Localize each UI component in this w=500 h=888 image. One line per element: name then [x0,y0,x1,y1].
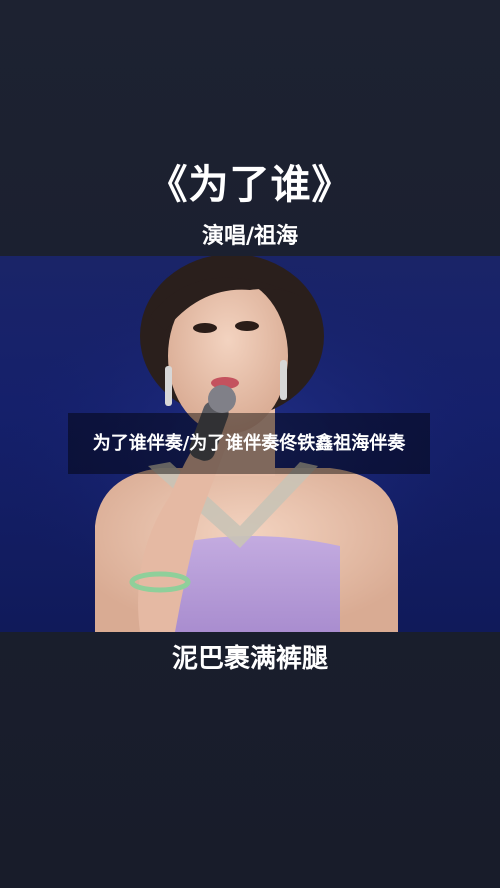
lyric-subtitle: 泥巴裹满裤腿 [171,644,328,674]
caption-overlay: 为了谁伴奏/为了谁伴奏佟铁鑫祖海伴奏 [68,413,430,474]
caption-text: 为了谁伴奏/为了谁伴奏佟铁鑫祖海伴奏 [92,433,406,454]
performer-credit: 演唱/祖海 [201,223,299,249]
video-frame[interactable]: 《为了谁》 演唱/祖海 泥巴裹满裤腿 为了谁伴奏/为了谁伴奏佟铁鑫祖海伴奏 [0,0,500,888]
song-title: 《为了谁》 [147,161,353,208]
